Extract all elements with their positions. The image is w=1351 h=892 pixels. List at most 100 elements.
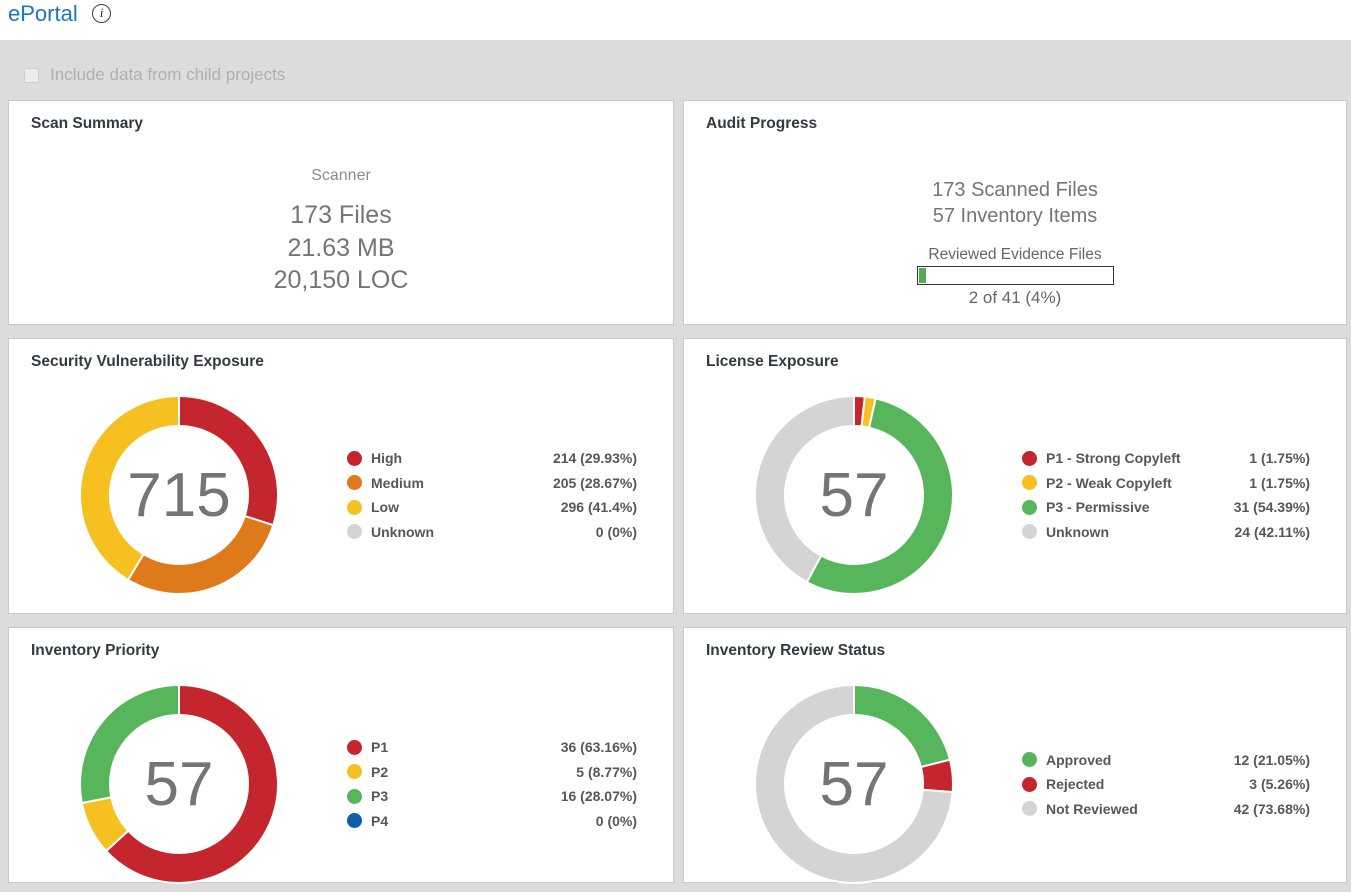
chart-legend: P1 36 (63.16%) P2 5 (8.77%) P3 16 (28.07%) P4 0… (347, 684, 637, 884)
scan-stat-loc: 20,150 LOC (9, 264, 673, 297)
card-title: Inventory Priority (31, 642, 159, 660)
license-exposure-card: License Exposure 57 P1 - Strong Copyleft… (683, 338, 1347, 614)
legend-value: 296 (41.4%) (561, 499, 637, 515)
legend-marker (1022, 475, 1037, 490)
legend-label: Medium (371, 475, 424, 491)
legend-value: 205 (28.67%) (553, 475, 637, 491)
legend-value: 36 (63.16%) (561, 739, 637, 755)
legend-label: P3 - Permissive (1046, 499, 1150, 515)
progress-text: 2 of 41 (4%) (684, 288, 1346, 308)
legend-value: 214 (29.93%) (553, 450, 637, 466)
card-title: License Exposure (706, 353, 839, 371)
legend-item: Rejected 3 (5.26%) (1022, 772, 1310, 797)
scan-stats: 173 Files 21.63 MB 20,150 LOC (9, 199, 673, 297)
legend-label: P2 (371, 764, 388, 780)
legend-marker (1022, 500, 1037, 515)
legend-item: Unknown 0 (0%) (347, 520, 637, 545)
card-title: Security Vulnerability Exposure (31, 353, 264, 371)
legend-marker (347, 764, 362, 779)
audit-progress-body: 173 Scanned Files 57 Inventory Items Rev… (684, 178, 1346, 308)
legend-item: P3 16 (28.07%) (347, 784, 637, 809)
legend-item: P1 36 (63.16%) (347, 735, 637, 760)
legend-label: Unknown (1046, 524, 1109, 540)
include-child-projects-label: Include data from child projects (50, 65, 285, 85)
legend-label: P4 (371, 813, 388, 829)
info-icon[interactable]: i (92, 4, 111, 23)
inventory-items-stat: 57 Inventory Items (684, 204, 1346, 230)
legend-item: Medium 205 (28.67%) (347, 471, 637, 496)
legend-label: Approved (1046, 752, 1111, 768)
legend-marker (1022, 451, 1037, 466)
legend-marker (1022, 777, 1037, 792)
legend-label: P1 - Strong Copyleft (1046, 450, 1181, 466)
legend-value: 31 (54.39%) (1234, 499, 1310, 515)
dashboard-panel: Include data from child projects Scan Su… (0, 40, 1351, 892)
legend-label: Unknown (371, 524, 434, 540)
legend-marker (347, 500, 362, 515)
legend-item: P1 - Strong Copyleft 1 (1.75%) (1022, 446, 1310, 471)
audit-progress-card: Audit Progress 173 Scanned Files 57 Inve… (683, 100, 1347, 325)
legend-item: Unknown 24 (42.11%) (1022, 520, 1310, 545)
card-title: Audit Progress (706, 115, 817, 133)
legend-marker (1022, 752, 1037, 767)
reviewed-evidence-progress-bar (917, 266, 1114, 285)
legend-item: P3 - Permissive 31 (54.39%) (1022, 495, 1310, 520)
card-title: Scan Summary (31, 115, 143, 133)
legend-marker (1022, 524, 1037, 539)
legend-marker (1022, 801, 1037, 816)
legend-label: Low (371, 499, 399, 515)
page-header: ePortal i (0, 0, 1351, 40)
inventory-review-status-card: Inventory Review Status 57 Approved 12 (2… (683, 627, 1347, 883)
legend-item: P2 5 (8.77%) (347, 760, 637, 785)
donut-chart: 57 (754, 684, 954, 884)
legend-label: P3 (371, 788, 388, 804)
scanned-files-stat: 173 Scanned Files (684, 178, 1346, 204)
scan-summary-body: Scanner 173 Files 21.63 MB 20,150 LOC (9, 167, 673, 297)
scan-stat-files: 173 Files (9, 199, 673, 232)
progress-label: Reviewed Evidence Files (684, 246, 1346, 263)
legend-item: P4 0 (0%) (347, 809, 637, 834)
legend-label: P2 - Weak Copyleft (1046, 475, 1172, 491)
legend-value: 16 (28.07%) (561, 788, 637, 804)
legend-value: 5 (8.77%) (576, 764, 637, 780)
chart-center-value: 57 (754, 395, 954, 595)
legend-label: High (371, 450, 402, 466)
donut-chart: 715 (79, 395, 279, 595)
legend-value: 42 (73.68%) (1234, 801, 1310, 817)
legend-label: Not Reviewed (1046, 801, 1138, 817)
legend-value: 1 (1.75%) (1249, 450, 1310, 466)
include-child-projects-checkbox[interactable] (24, 68, 39, 83)
progress-fill (919, 268, 927, 283)
legend-marker (347, 789, 362, 804)
legend-marker (347, 475, 362, 490)
scan-stat-size: 21.63 MB (9, 232, 673, 265)
legend-marker (347, 451, 362, 466)
include-child-projects-row: Include data from child projects (24, 65, 285, 85)
security-vulnerability-card: Security Vulnerability Exposure 715 High… (8, 338, 674, 614)
legend-marker (347, 740, 362, 755)
legend-label: P1 (371, 739, 388, 755)
legend-label: Rejected (1046, 776, 1104, 792)
legend-value: 1 (1.75%) (1249, 475, 1310, 491)
page-title: ePortal (8, 1, 78, 27)
legend-item: High 214 (29.93%) (347, 446, 637, 471)
chart-center-value: 715 (79, 395, 279, 595)
donut-chart: 57 (754, 395, 954, 595)
chart-legend: High 214 (29.93%) Medium 205 (28.67%) Low 296… (347, 395, 637, 595)
legend-value: 12 (21.05%) (1234, 752, 1310, 768)
inventory-priority-card: Inventory Priority 57 P1 36 (63.16%) P2 5 (… (8, 627, 674, 883)
legend-value: 0 (0%) (596, 813, 637, 829)
legend-marker (347, 813, 362, 828)
legend-item: Not Reviewed 42 (73.68%) (1022, 796, 1310, 821)
legend-item: Approved 12 (21.05%) (1022, 747, 1310, 772)
scan-summary-card: Scan Summary Scanner 173 Files 21.63 MB … (8, 100, 674, 325)
legend-value: 3 (5.26%) (1249, 776, 1310, 792)
chart-legend: P1 - Strong Copyleft1 (1.75%)P2 - Weak C… (1022, 395, 1310, 595)
card-title: Inventory Review Status (706, 642, 885, 660)
legend-item: P2 - Weak Copyleft 1 (1.75%) (1022, 471, 1310, 496)
legend-marker (347, 524, 362, 539)
legend-value: 0 (0%) (596, 524, 637, 540)
donut-chart: 57 (79, 684, 279, 884)
legend-value: 24 (42.11%) (1235, 524, 1311, 540)
legend-item: Low 296 (41.4%) (347, 495, 637, 520)
